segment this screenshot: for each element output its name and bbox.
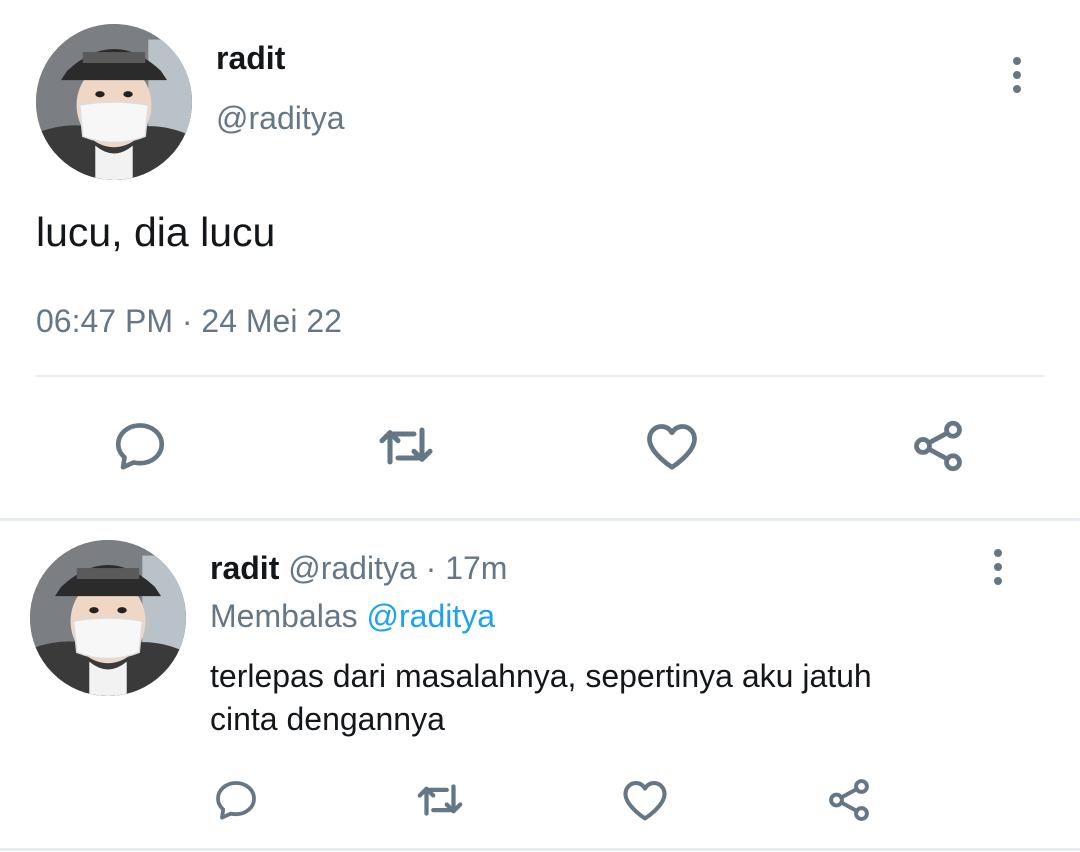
user-avatar-photo-icon [36, 24, 192, 180]
share-button[interactable] [906, 414, 970, 478]
user-avatar-photo-icon [30, 540, 186, 696]
like-button[interactable] [640, 414, 704, 478]
time-separator: · [425, 550, 437, 586]
divider [0, 848, 1080, 851]
more-options-button[interactable] [978, 537, 1018, 597]
author-handle[interactable]: @raditya [288, 550, 417, 586]
more-dot [994, 549, 1002, 557]
share-icon [914, 420, 962, 472]
reply-icon [115, 423, 165, 470]
more-dot [1013, 57, 1021, 65]
retweet-button[interactable] [374, 414, 438, 478]
share-icon [829, 779, 869, 821]
retweet-icon [417, 784, 463, 816]
reply-text-line-1: terlepas dari masalahnya, sepertinya aku… [210, 658, 872, 694]
section-divider [0, 518, 1080, 521]
reply-button[interactable] [210, 774, 262, 826]
avatar[interactable] [36, 24, 192, 180]
more-dot [994, 563, 1002, 571]
more-dot [1013, 85, 1021, 93]
replying-prefix: Membalas [210, 598, 358, 634]
relative-time[interactable]: 17m [445, 550, 507, 586]
like-icon [647, 424, 697, 470]
more-dot [1013, 71, 1021, 79]
divider [36, 375, 1044, 377]
more-dot [994, 577, 1002, 585]
author-name[interactable]: radit [216, 40, 285, 76]
retweet-icon [379, 427, 433, 465]
author-handle[interactable]: @raditya [216, 100, 345, 136]
more-options-button[interactable] [997, 45, 1037, 105]
reply-text-line-2: cinta dengannya [210, 701, 445, 737]
like-icon [623, 781, 667, 821]
tweet-text: lucu, dia lucu [36, 209, 276, 255]
reply-button[interactable] [108, 414, 172, 478]
avatar[interactable] [30, 540, 186, 696]
share-button[interactable] [822, 774, 876, 826]
reply-icon [216, 781, 256, 820]
like-button[interactable] [618, 774, 672, 826]
retweet-button[interactable] [412, 774, 468, 826]
mention-link[interactable]: @raditya [367, 598, 496, 634]
reply-header: radit @raditya · 17m [210, 549, 507, 587]
tweet-timestamp[interactable]: 06:47 PM · 24 Mei 22 [36, 302, 342, 340]
replying-to: Membalas @raditya [210, 597, 495, 635]
author-name[interactable]: radit [210, 550, 279, 586]
